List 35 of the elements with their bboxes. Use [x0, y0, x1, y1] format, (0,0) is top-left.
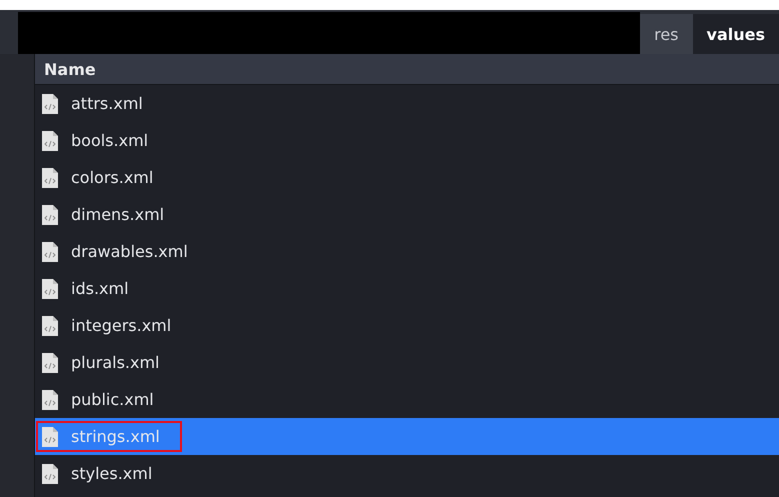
file-name: bools.xml — [71, 131, 148, 150]
file-name: attrs.xml — [71, 94, 143, 113]
file-row[interactable]: colors.xml — [35, 159, 779, 196]
file-name: strings.xml — [71, 427, 160, 446]
xml-file-icon — [41, 426, 59, 448]
file-row[interactable]: attrs.xml — [35, 85, 779, 122]
file-name: plurals.xml — [71, 353, 160, 372]
file-name: dimens.xml — [71, 205, 164, 224]
file-row[interactable]: integers.xml — [35, 307, 779, 344]
xml-file-icon — [41, 240, 59, 262]
file-name: public.xml — [71, 390, 154, 409]
file-row[interactable]: dimens.xml — [35, 196, 779, 233]
file-name: styles.xml — [71, 464, 152, 483]
xml-file-icon — [41, 388, 59, 410]
name-column-header[interactable]: Name — [35, 54, 779, 85]
xml-file-icon — [41, 462, 59, 484]
xml-file-icon — [41, 92, 59, 114]
xml-file-icon — [41, 352, 59, 374]
file-name: integers.xml — [71, 316, 172, 335]
file-row[interactable]: styles.xml — [35, 455, 779, 492]
file-row[interactable]: ids.xml — [35, 270, 779, 307]
file-name: ids.xml — [71, 279, 129, 298]
xml-file-icon — [41, 204, 59, 226]
xml-file-icon — [41, 278, 59, 300]
xml-file-icon — [41, 166, 59, 188]
file-row[interactable]: plurals.xml — [35, 344, 779, 381]
xml-file-icon — [41, 130, 59, 152]
file-row[interactable]: bools.xml — [35, 122, 779, 159]
xml-file-icon — [41, 314, 59, 336]
path-crumb[interactable]: values — [692, 14, 779, 54]
file-name: drawables.xml — [71, 242, 188, 261]
file-row[interactable]: public.xml — [35, 381, 779, 418]
file-name: colors.xml — [71, 168, 154, 187]
file-row[interactable]: drawables.xml — [35, 233, 779, 270]
path-crumb[interactable]: res — [640, 14, 693, 54]
